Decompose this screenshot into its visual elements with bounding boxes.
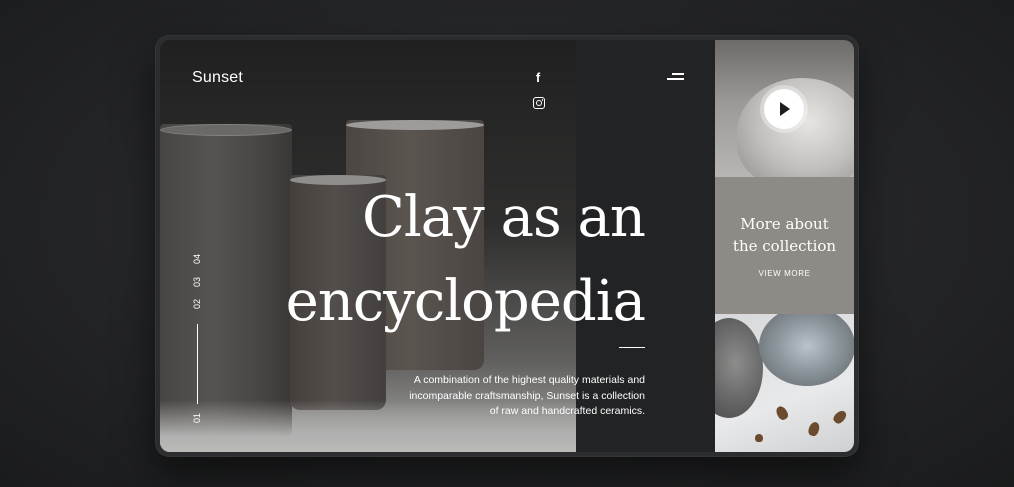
headline-line-2: encyclopedia: [285, 269, 646, 334]
brand-logo[interactable]: Sunset: [192, 69, 243, 87]
pager-item-03[interactable]: 03: [190, 275, 204, 289]
divider-line: [619, 347, 645, 348]
menu-icon[interactable]: [667, 71, 684, 81]
clay-chip: [755, 434, 763, 442]
collection-title: More about the collection: [715, 213, 854, 257]
right-column: More about the collection VIEW MORE: [715, 40, 854, 452]
bowl-right: [759, 314, 854, 386]
slide-pager: 04 03 02 01: [190, 250, 204, 426]
clay-chip: [831, 408, 849, 426]
bowls-image-tile: [715, 314, 854, 452]
pager-track: [196, 324, 198, 404]
clay-chip: [774, 404, 790, 422]
play-icon[interactable]: [764, 89, 804, 129]
clay-chip: [806, 420, 822, 438]
website-screen: More about the collection VIEW MORE Suns…: [160, 40, 854, 452]
device-frame: More about the collection VIEW MORE Suns…: [155, 35, 859, 457]
view-more-link[interactable]: VIEW MORE: [715, 269, 854, 278]
headline-line-1: Clay as an: [362, 185, 646, 250]
collection-title-line2: the collection: [732, 237, 837, 255]
pager-item-04[interactable]: 04: [190, 252, 204, 266]
pager-item-01[interactable]: 01: [190, 411, 204, 425]
collection-title-line1: More about: [740, 215, 829, 233]
hero-description: A combination of the highest quality mat…: [409, 374, 645, 417]
facebook-icon[interactable]: f: [532, 71, 544, 85]
video-tile[interactable]: [715, 40, 854, 177]
pager-item-02[interactable]: 02: [190, 297, 204, 311]
hero-headline: Clay as an encyclopedia: [225, 176, 646, 344]
bowl-left: [715, 318, 763, 418]
instagram-icon[interactable]: [533, 97, 545, 109]
collection-tile[interactable]: More about the collection VIEW MORE: [715, 177, 854, 314]
